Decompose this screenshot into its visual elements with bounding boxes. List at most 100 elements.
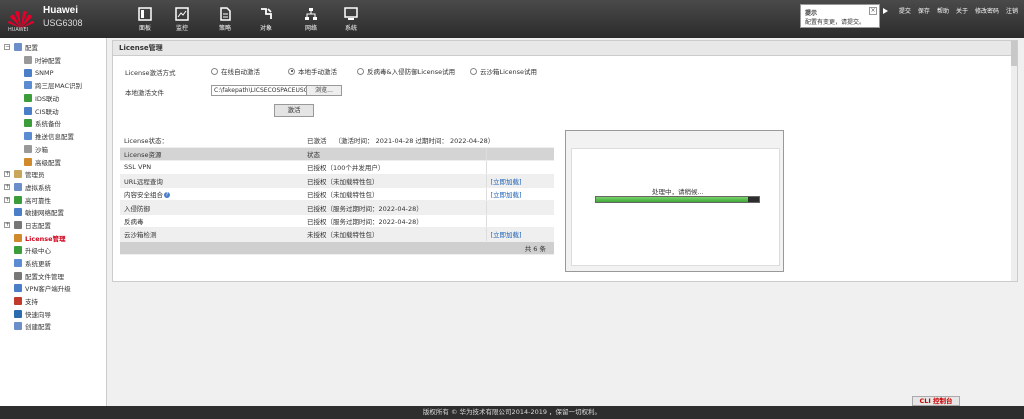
- tree-node-icon: [24, 56, 32, 65]
- processing-message: 处理中，请稍候...: [652, 188, 704, 196]
- radio-online-activation[interactable]: 在线自动激活: [211, 66, 260, 76]
- tip-box: 提示 配置有变更，请提交。 ×: [800, 4, 880, 28]
- resource-status: 已授权（100个并发用户）: [303, 160, 486, 175]
- sidebar-item[interactable]: 推送信息配置: [0, 130, 106, 143]
- sidebar-item[interactable]: VPN客户端升级: [0, 282, 106, 295]
- sidebar-item-label: SNMP: [35, 68, 54, 77]
- change-password-link[interactable]: 修改密码: [975, 6, 999, 15]
- table-row: 反病毒 已授权（服务过期时间：2022-04-28）: [120, 214, 554, 229]
- expand-icon[interactable]: +: [4, 196, 10, 203]
- nav-label: 监控: [175, 25, 188, 32]
- load-now-link[interactable]: [立即加载]: [491, 178, 522, 186]
- tree-node-icon: [14, 233, 22, 242]
- expand-icon[interactable]: +: [4, 183, 10, 190]
- sidebar-item[interactable]: 创建配置: [0, 320, 106, 333]
- help-icon[interactable]: ?: [164, 192, 170, 199]
- tree-node-icon: [24, 132, 32, 141]
- close-icon[interactable]: ×: [869, 7, 877, 15]
- sidebar-item-label: 配置文件管理: [25, 272, 64, 281]
- tip-text: 配置有变更，请提交。: [805, 19, 866, 26]
- nav-object[interactable]: 对象: [253, 7, 279, 32]
- sidebar-item[interactable]: 支持: [0, 295, 106, 308]
- nav-monitor[interactable]: 监控: [169, 7, 195, 32]
- tree-node-icon: [14, 322, 22, 331]
- about-link[interactable]: 关于: [956, 6, 968, 15]
- sidebar-item-label: 日志配置: [25, 221, 51, 230]
- sidebar-item[interactable]: 沙箱: [0, 143, 106, 156]
- brand-name: Huawei: [43, 5, 79, 16]
- resource-action: [485, 214, 554, 229]
- sidebar-item[interactable]: + 管理员: [0, 168, 106, 181]
- nav-system[interactable]: 系统: [338, 7, 364, 32]
- dashboard-icon: [138, 7, 152, 21]
- license-panel: License管理 License激活方式 在线自动激活 本地手动激活 反病毒&…: [112, 40, 1018, 282]
- resource-name-cell: 内容安全组合?: [120, 187, 303, 202]
- radio-dot: [470, 67, 477, 75]
- sidebar-item[interactable]: 快速向导: [0, 307, 106, 320]
- help-link[interactable]: 帮助: [937, 6, 949, 15]
- sidebar-item-label: 升级中心: [25, 247, 51, 256]
- system-icon: [344, 7, 358, 20]
- radio-cloud-sandbox-trial[interactable]: 云沙箱License试用: [470, 66, 537, 76]
- sidebar-item[interactable]: 升级中心: [0, 244, 106, 257]
- logout-link[interactable]: 注销: [1006, 6, 1018, 15]
- expand-icon[interactable]: +: [4, 171, 10, 178]
- tree-node-icon: [14, 220, 22, 229]
- sidebar-item[interactable]: 时钟配置: [0, 54, 106, 67]
- sidebar-item[interactable]: + 日志配置: [0, 219, 106, 232]
- sidebar-item[interactable]: 系统更新: [0, 257, 106, 270]
- license-table: License状态： 已激活 （激活时间： 2021-04-28 过期时间： 20…: [120, 134, 554, 256]
- sidebar-item-label: 系统备份: [35, 120, 61, 129]
- radio-local-activation[interactable]: 本地手动激活: [288, 66, 337, 76]
- load-now-link[interactable]: [立即加载]: [491, 191, 522, 199]
- sidebar-item[interactable]: IDS联动: [0, 92, 106, 105]
- status-row: License状态： 已激活 （激活时间： 2021-04-28 过期时间： 20…: [120, 134, 554, 148]
- nav-label: 对象: [259, 25, 272, 32]
- radio-av-ips-trial[interactable]: 反病毒&入侵防御License试用: [357, 66, 455, 76]
- resource-name: URL远程查询: [120, 174, 303, 189]
- col-header-action: [485, 147, 554, 162]
- tree-node-icon: [14, 284, 22, 293]
- sidebar-item[interactable]: 跨三层MAC识别: [0, 79, 106, 92]
- radio-label: 在线自动激活: [221, 68, 260, 76]
- sidebar-item[interactable]: + 虚拟系统: [0, 181, 106, 194]
- save-link[interactable]: 保存: [918, 6, 930, 15]
- sidebar-item[interactable]: SNMP: [0, 66, 106, 79]
- nav-dashboard[interactable]: 面板: [132, 7, 158, 32]
- collapse-icon[interactable]: −: [4, 44, 10, 51]
- resource-action: [485, 200, 554, 215]
- status-label: License状态：: [120, 134, 303, 148]
- resource-status: 已授权（未加载特性包）: [303, 187, 486, 202]
- sidebar-item[interactable]: 配置文件管理: [0, 269, 106, 282]
- radio-label: 反病毒&入侵防御License试用: [367, 68, 456, 76]
- browse-button[interactable]: 浏览...: [306, 85, 342, 96]
- tree-node-icon: [14, 170, 22, 179]
- activate-button[interactable]: 激活: [274, 104, 314, 117]
- sidebar-item[interactable]: − 配置: [0, 41, 106, 54]
- nav-label: 系统: [344, 25, 357, 32]
- sidebar-item[interactable]: CIS联动: [0, 104, 106, 117]
- load-now-link[interactable]: [立即加载]: [491, 231, 522, 239]
- device-model: USG6308: [43, 18, 83, 28]
- sidebar-item[interactable]: 高级配置: [0, 155, 106, 168]
- sidebar-item-label: 创建配置: [25, 323, 51, 332]
- radio-dot: [288, 67, 295, 75]
- expand-icon[interactable]: +: [4, 221, 10, 228]
- total-count: 共 6 条: [120, 241, 554, 256]
- sidebar-item[interactable]: License管理: [0, 231, 106, 244]
- submit-link[interactable]: 提交: [899, 6, 911, 15]
- sidebar-item[interactable]: 敏捷网络配置: [0, 206, 106, 219]
- tree-node-icon: [24, 144, 32, 153]
- progress-dialog: 处理中，请稍候...: [565, 130, 784, 272]
- scrollbar-thumb[interactable]: [1011, 41, 1017, 66]
- nav-network[interactable]: 网络: [298, 7, 324, 32]
- nav-policy[interactable]: 策略: [212, 7, 238, 32]
- sidebar-item-label: 敏捷网络配置: [25, 209, 64, 218]
- sidebar-item[interactable]: + 高可靠性: [0, 193, 106, 206]
- cli-console-button[interactable]: CLI 控制台: [912, 396, 960, 406]
- logo-text: HUAWEI: [8, 27, 29, 33]
- policy-icon: [220, 7, 231, 21]
- sidebar-item[interactable]: 系统备份: [0, 117, 106, 130]
- scrollbar[interactable]: [1011, 41, 1017, 281]
- resource-name: 入侵防御: [120, 200, 303, 215]
